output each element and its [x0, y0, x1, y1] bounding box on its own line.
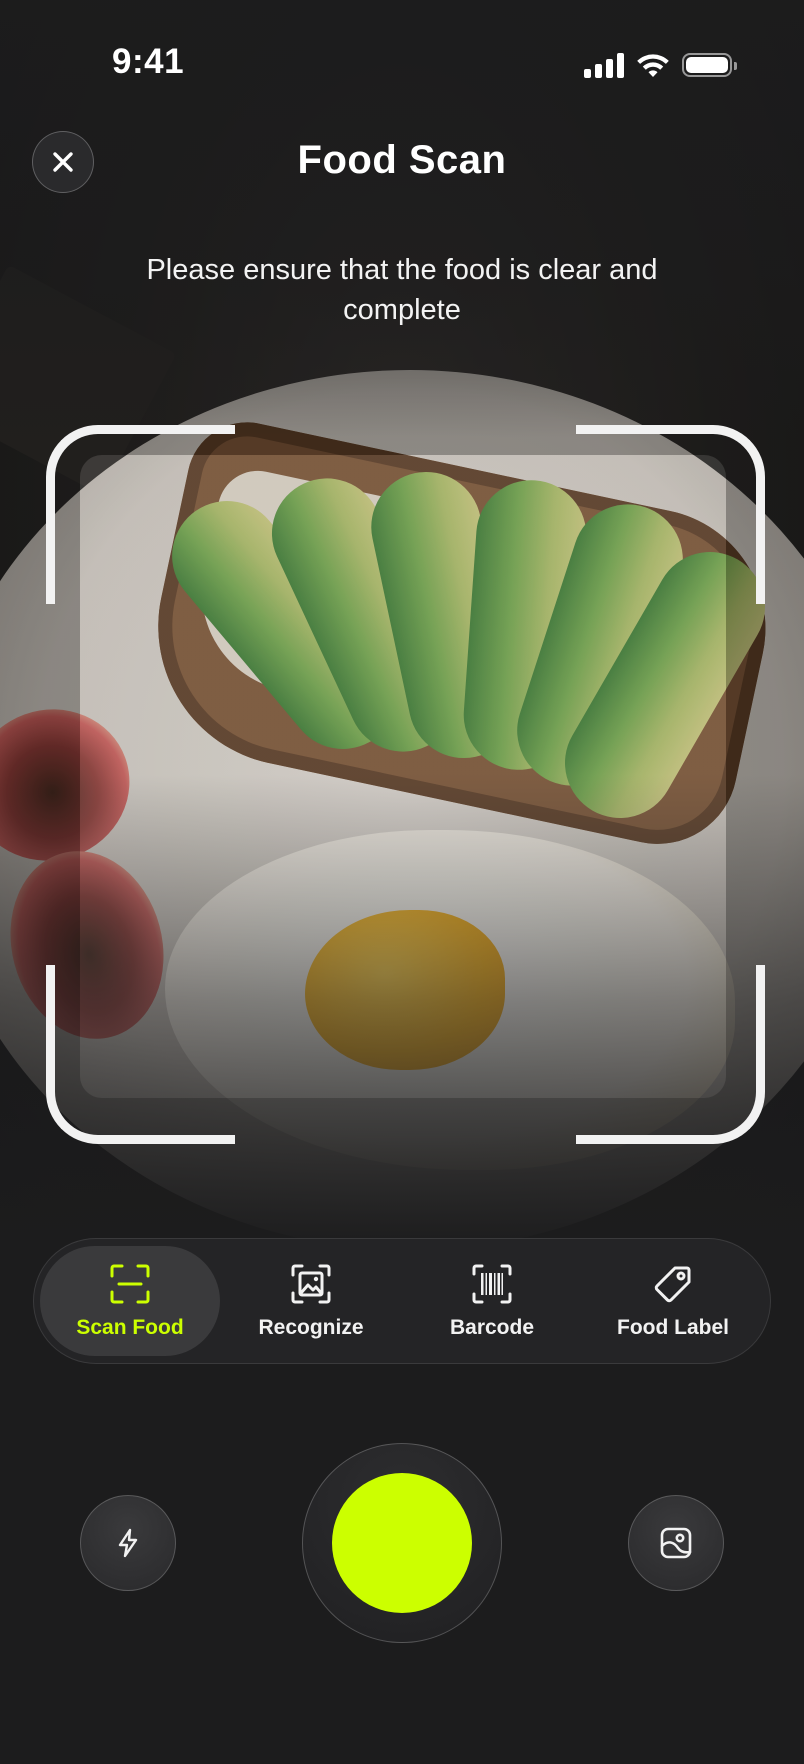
scan-frame-corner-bottom-left: [46, 965, 235, 1144]
flash-icon: [118, 1528, 138, 1558]
tab-scan-food[interactable]: Scan Food: [40, 1246, 220, 1356]
tab-recognize[interactable]: Recognize: [221, 1246, 401, 1356]
scan-frame-corner-bottom-right: [576, 965, 765, 1144]
gallery-icon: [660, 1527, 692, 1559]
shutter-ring[interactable]: [302, 1443, 502, 1643]
image-recognize-icon: [291, 1264, 331, 1304]
tab-label: Food Label: [617, 1316, 729, 1339]
tag-icon: [654, 1266, 691, 1303]
shutter-button[interactable]: [332, 1473, 472, 1613]
gallery-button[interactable]: [628, 1495, 724, 1591]
battery-icon: [682, 53, 737, 77]
scan-mode-bar: Scan Food Recognize Barcode Food Label: [33, 1238, 771, 1364]
wifi-icon: [637, 54, 669, 77]
scan-frame-corner-top-right: [576, 425, 765, 604]
page-title: Food Scan: [297, 138, 507, 182]
cellular-signal-icon: [584, 52, 624, 78]
tab-label: Recognize: [258, 1316, 364, 1339]
status-time: 9:41: [112, 42, 185, 81]
flash-button[interactable]: [80, 1495, 176, 1591]
tab-label: Barcode: [449, 1316, 535, 1339]
barcode-icon: [472, 1264, 512, 1304]
scan-frame-icon: [110, 1264, 150, 1304]
scan-instruction: Please ensure that the food is clear and…: [146, 254, 658, 326]
scan-frame-corner-top-left: [46, 425, 235, 604]
tab-barcode[interactable]: Barcode: [402, 1246, 582, 1356]
tab-food-label[interactable]: Food Label: [583, 1246, 763, 1356]
status-icons: [584, 48, 737, 82]
status-bar: 9:41: [0, 0, 804, 120]
food-scan-screen: 9:41 Food Scan Please ensure that the fo…: [0, 0, 804, 1764]
tab-label: Scan Food: [76, 1316, 184, 1339]
